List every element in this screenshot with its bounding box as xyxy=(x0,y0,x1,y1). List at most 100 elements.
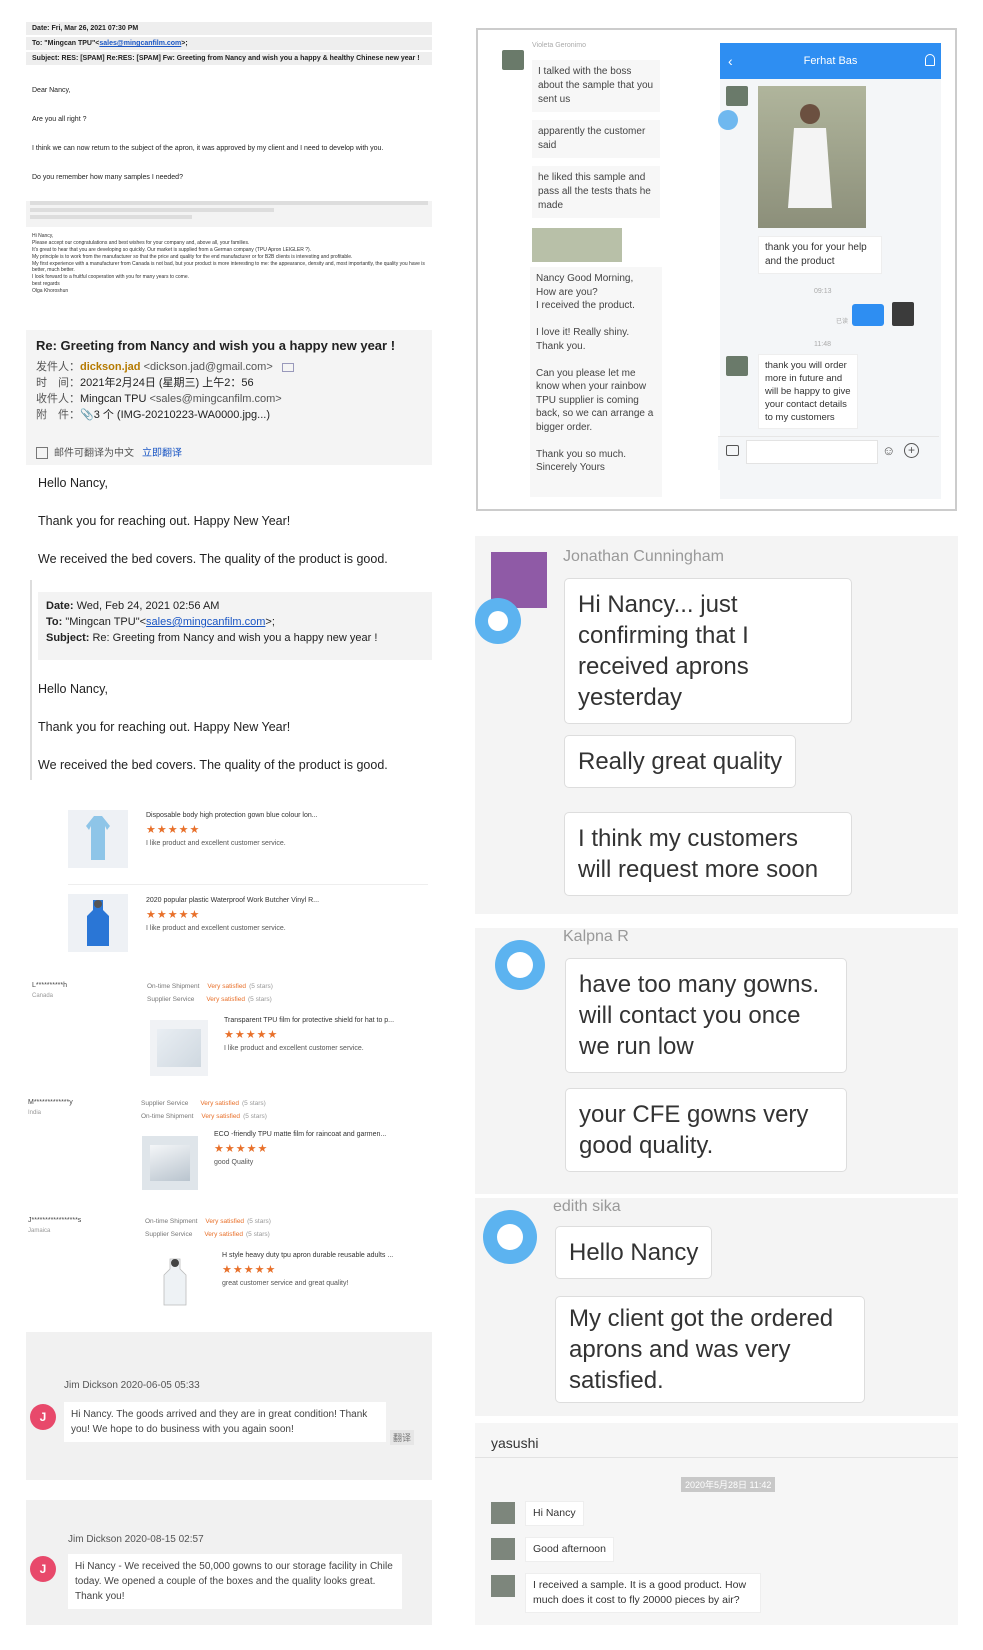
timestamp: 11:48 xyxy=(814,341,831,348)
email-to-line: To: "Mingcan TPU"<sales@mingcanfilm.com>… xyxy=(26,37,432,50)
contact-name: Kalpna R xyxy=(563,928,629,945)
message-bubble: apparently the customer said xyxy=(532,120,660,158)
chat-input[interactable] xyxy=(746,440,878,464)
quoted-email-header: Date: Wed, Feb 24, 2021 02:56 AM To: "Mi… xyxy=(38,592,432,660)
plus-icon[interactable]: + xyxy=(904,443,919,458)
email-received: We received the bed covers. The quality … xyxy=(38,552,388,566)
chat-message-jim-2: Jim Dickson 2020-08-15 02:57 J Hi Nancy … xyxy=(26,1500,432,1625)
message-header: Jim Dickson 2020-06-05 05:33 xyxy=(64,1380,200,1391)
service-rating: Supplier Service Very satisfied (5 stars) … xyxy=(141,1100,267,1120)
film-image xyxy=(150,1145,190,1181)
film-image xyxy=(157,1029,201,1067)
contact-card-icon[interactable] xyxy=(281,362,294,372)
body-line: I think we can now return to the subject… xyxy=(32,145,384,152)
email-thanks: Thank you for reaching out. Happy New Ye… xyxy=(38,514,291,528)
avatar xyxy=(491,1575,515,1597)
translate-now-link[interactable]: 立即翻译 xyxy=(142,448,182,459)
message-bubble: your CFE gowns very good quality. xyxy=(565,1088,847,1172)
buyer-info: M*************y India xyxy=(28,1099,73,1116)
star-rating: ★★★★★ xyxy=(214,1143,269,1155)
message-bubble: I talked with the boss about the sample … xyxy=(532,60,660,112)
avatar xyxy=(726,356,748,376)
status-icon xyxy=(718,110,738,130)
buyer-info: J*****************s Jamaica xyxy=(28,1217,82,1234)
avatar: J xyxy=(30,1404,56,1430)
to-email-link[interactable]: sales@mingcanfilm.com xyxy=(99,40,181,47)
chat-input-bar: ☺ + xyxy=(718,436,939,470)
message-bubble: I think my customers will request more s… xyxy=(564,812,852,896)
product-thumbnail[interactable] xyxy=(68,810,128,868)
message-bubble: Hi Nancy. The goods arrived and they are… xyxy=(64,1402,386,1442)
message-header: Jim Dickson 2020-08-15 02:57 xyxy=(68,1534,204,1545)
chat-kalpna: Kalpna R have too many gowns. will conta… xyxy=(475,928,958,1194)
back-icon[interactable]: ‹ xyxy=(728,43,733,79)
contact-name: edith sika xyxy=(553,1198,621,1215)
attachment-list[interactable]: 3 个 (IMG-20210223-WA0000.jpg...) xyxy=(94,409,270,421)
product-thumbnail[interactable] xyxy=(68,894,128,952)
status-icon xyxy=(495,940,545,990)
message-bubble: Good afternoon xyxy=(525,1537,614,1562)
translate-bar: 邮件可翻译为中文 立即翻译 xyxy=(36,444,182,459)
contact-name: Jonathan Cunningham xyxy=(563,548,725,565)
message-icon[interactable] xyxy=(726,445,739,456)
forwarded-header xyxy=(26,201,432,227)
avatar xyxy=(892,302,914,326)
buyer-info: L**********h Canada xyxy=(32,982,68,999)
review-item: Transparent TPU film for protective shie… xyxy=(224,1017,424,1052)
message-bubble: Hi Nancy - We received the 50,000 gowns … xyxy=(68,1554,402,1609)
status-icon xyxy=(475,598,521,644)
product-thumbnail[interactable] xyxy=(142,1136,198,1190)
sticker-message xyxy=(852,304,884,326)
message-bubble: Nancy Good Morning, How are you? I recei… xyxy=(530,267,662,497)
review-item: ECO -friendly TPU matte film for raincoa… xyxy=(214,1131,414,1166)
avatar xyxy=(726,86,748,106)
message-bubble: My client got the ordered aprons and was… xyxy=(555,1296,865,1403)
chat-title-bar: ‹ Ferhat Bas xyxy=(720,43,941,79)
email-greeting: Hello Nancy, xyxy=(38,682,108,696)
message-bubble: I received a sample. It is a good produc… xyxy=(525,1573,761,1613)
translate-icon xyxy=(36,447,48,459)
customer-photo[interactable] xyxy=(758,86,866,228)
email-body: Dear Nancy, Are you all right ? I think … xyxy=(26,87,432,181)
message-bubble: have too many gowns. will contact you on… xyxy=(565,958,847,1073)
message-bubble: he liked this sample and pass all the te… xyxy=(532,166,660,218)
star-rating: ★★★★★ xyxy=(224,1029,279,1041)
status-icon xyxy=(483,1210,537,1264)
body-line: Are you all right ? xyxy=(32,116,87,123)
emoji-icon[interactable]: ☺ xyxy=(882,443,895,458)
message-bubble: Really great quality xyxy=(564,735,797,788)
message-bubble: thank you will order more in future and … xyxy=(758,354,858,429)
blue-apron-image xyxy=(87,900,109,946)
service-rating: On-time Shipment Very satisfied (5 stars) … xyxy=(147,983,273,1003)
avatar xyxy=(491,1502,515,1524)
service-rating: On-time Shipment Very satisfied (5 stars) … xyxy=(145,1218,271,1238)
email-meta: 发件人：dickson.jad <dickson.jad@gmail.com> … xyxy=(36,359,422,423)
read-status: 已读 xyxy=(836,319,849,325)
review-item: H style heavy duty tpu apron durable reu… xyxy=(222,1252,422,1287)
email-date-line: Date: Fri, Mar 26, 2021 07:30 PM xyxy=(26,22,432,35)
translate-badge[interactable]: 翻译 xyxy=(390,1430,415,1445)
image-attachment[interactable] xyxy=(532,228,622,262)
chat-message-jim-1: Jim Dickson 2020-06-05 05:33 J Hi Nancy.… xyxy=(26,1332,432,1480)
avatar: J xyxy=(30,1556,56,1582)
product-thumbnail[interactable] xyxy=(150,1020,208,1076)
message-bubble: Hi Nancy... just confirming that I recei… xyxy=(564,578,852,724)
message-bubble: thank you for your help and the product xyxy=(758,236,882,274)
to-email-link[interactable]: sales@mingcanfilm.com xyxy=(146,616,265,628)
chat-jonathan: Jonathan Cunningham Hi Nancy... just con… xyxy=(475,536,958,914)
person-in-apron-image xyxy=(788,104,832,208)
product-thumbnail[interactable] xyxy=(146,1252,204,1312)
star-rating: ★★★★★ xyxy=(146,909,201,921)
body-line: Do you remember how many samples I neede… xyxy=(32,174,183,181)
message-bubble: Hello Nancy xyxy=(555,1226,713,1279)
email-olga: Date: Fri, Mar 26, 2021 07:30 PM To: "Mi… xyxy=(26,22,432,302)
profile-icon[interactable] xyxy=(925,54,935,66)
avatar xyxy=(491,1538,515,1560)
contact-name: yasushi xyxy=(491,1435,539,1451)
sender-name[interactable]: dickson.jad xyxy=(80,361,141,373)
email-greeting: Hello Nancy, xyxy=(38,476,108,490)
star-rating: ★★★★★ xyxy=(222,1264,277,1276)
divider xyxy=(475,1457,958,1458)
timestamp: 09:13 xyxy=(814,288,832,295)
timestamp: 2020年5月28日 11:42 xyxy=(681,1477,776,1492)
